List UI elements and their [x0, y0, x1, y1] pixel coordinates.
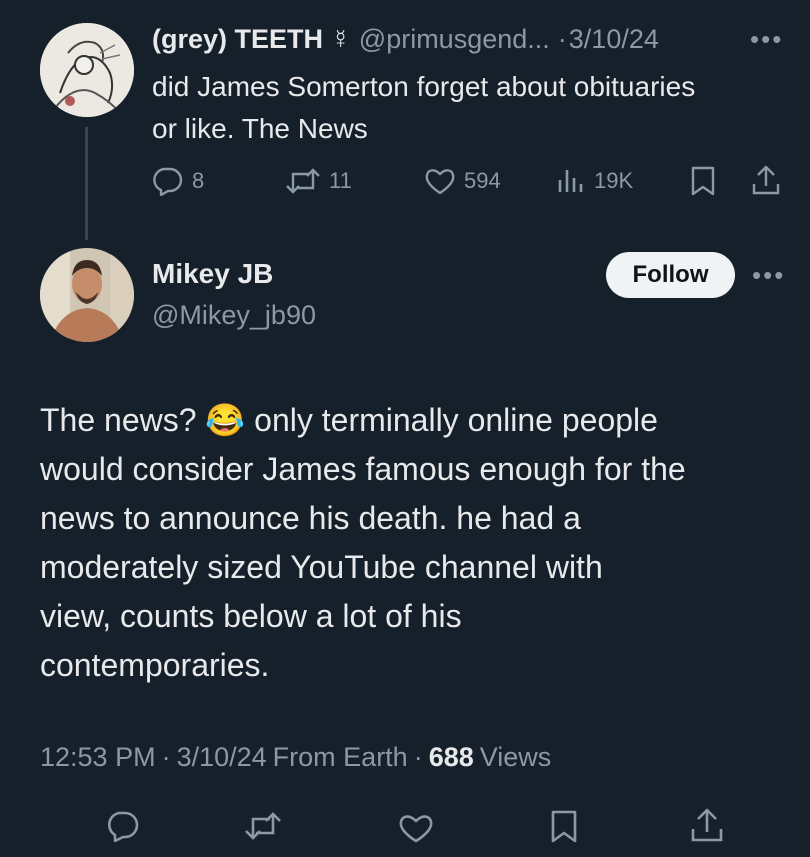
parent-text-line: did James Somerton forget about obituari… [152, 71, 696, 102]
share-icon [691, 808, 723, 842]
share-icon [752, 165, 780, 195]
parent-tweet-text: did James Somerton forget about obituari… [152, 66, 695, 150]
parent-bookmark-button[interactable] [690, 166, 716, 196]
main-text-line: news to announce his death. he had a [40, 500, 581, 536]
main-more-icon[interactable]: ••• [752, 262, 785, 288]
parent-display-name[interactable]: (grey) TEETH ☿ [152, 24, 351, 55]
parent-share-button[interactable] [751, 164, 781, 196]
parent-date[interactable]: 3/10/24 [569, 24, 659, 55]
parent-like-button[interactable]: 594 [424, 166, 501, 196]
bookmark-icon [551, 810, 577, 843]
parent-reply-button[interactable]: 8 [150, 166, 204, 196]
parent-retweet-button[interactable]: 11 [285, 166, 352, 196]
reply-icon [153, 167, 183, 196]
retweet-icon [245, 812, 281, 840]
tweet-date[interactable]: 3/10/24 [177, 742, 267, 773]
parent-like-count: 594 [464, 168, 501, 193]
views-chart-icon [558, 170, 583, 192]
views-label[interactable]: Views [480, 742, 552, 773]
views-count[interactable]: 688 [429, 742, 474, 773]
avatar-main[interactable] [40, 248, 134, 342]
share-button[interactable] [690, 807, 724, 843]
parent-header: (grey) TEETH ☿ @primusgend... · 3/10/24 [152, 24, 659, 55]
tweet-source: From Earth [272, 742, 408, 772]
parent-views-count: 19K [594, 168, 634, 193]
bookmark-icon [691, 166, 715, 196]
follow-button[interactable]: Follow [606, 252, 735, 298]
parent-views-button[interactable]: 19K [556, 166, 633, 196]
main-text-line: contemporaries. [40, 647, 270, 683]
main-tweet-text: The news? 😂 only terminally online peopl… [40, 396, 686, 690]
reply-button[interactable] [104, 810, 140, 842]
parent-handle[interactable]: @primusgend... [359, 24, 550, 55]
main-display-name[interactable]: Mikey JB [152, 258, 273, 290]
main-text-line: would consider James famous enough for t… [40, 451, 686, 487]
main-text-line: view, counts below a lot of his [40, 598, 462, 634]
meta-separator: · [413, 742, 423, 772]
meta-separator: · [161, 742, 171, 772]
parent-reply-count: 8 [192, 168, 205, 193]
parent-dot: · [557, 24, 567, 54]
thread-line [85, 127, 88, 240]
tweet-meta: 12:53 PM · 3/10/24 From Earth · 688 View… [40, 742, 551, 773]
avatar-parent[interactable] [40, 23, 134, 117]
main-text-line: The news? 😂 only terminally online peopl… [40, 402, 658, 438]
reply-icon [108, 811, 139, 842]
parent-retweet-count: 11 [329, 168, 352, 193]
main-handle[interactable]: @Mikey_jb90 [152, 300, 316, 331]
heart-icon [399, 815, 433, 843]
parent-more-icon[interactable]: ••• [750, 26, 783, 52]
parent-text-line: or like. The News [152, 113, 368, 144]
retweet-button[interactable] [244, 810, 282, 842]
retweet-icon [286, 168, 320, 194]
tweet-time[interactable]: 12:53 PM [40, 742, 156, 773]
like-button[interactable] [398, 812, 434, 844]
main-text-line: moderately sized YouTube channel with [40, 549, 603, 585]
bookmark-button[interactable] [550, 810, 578, 844]
heart-icon [425, 169, 455, 195]
